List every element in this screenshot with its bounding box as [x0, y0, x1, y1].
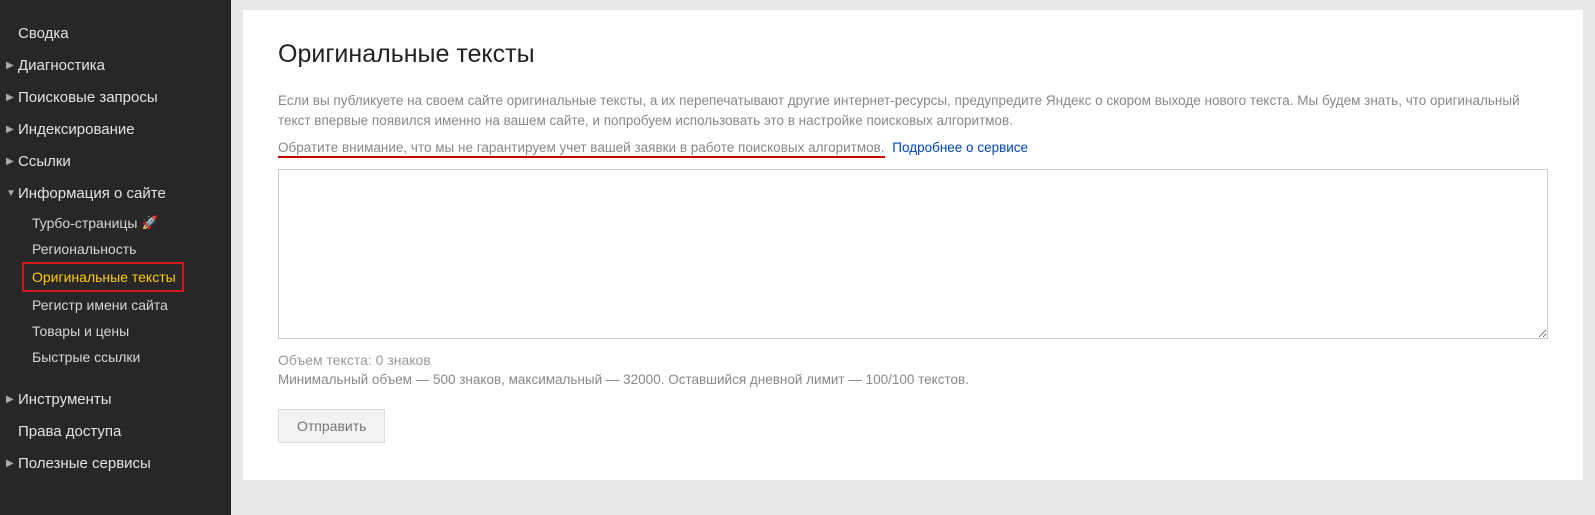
sidebar-sub-turbo-pages[interactable]: Турбо-страницы 🚀 [28, 210, 231, 236]
sidebar-item-label: Права доступа [18, 423, 121, 441]
sidebar-item-label: Информация о сайте [18, 185, 166, 203]
sidebar-item-label: Индексирование [18, 121, 135, 139]
notice-row: Обратите внимание, что мы не гарантируем… [278, 140, 1548, 155]
sidebar-item-label: Диагностика [18, 57, 105, 75]
original-text-input[interactable] [278, 169, 1548, 339]
sidebar-item-indexing[interactable]: ▶ Индексирование [0, 114, 231, 146]
sidebar-sublist-site-info: Турбо-страницы 🚀 Региональность Оригинал… [0, 210, 231, 370]
sidebar-item-label: Сводка [18, 25, 69, 43]
sidebar-item-access-rights[interactable]: ▶ Права доступа [0, 416, 231, 448]
chevron-right-icon: ▶ [6, 156, 16, 168]
chevron-right-icon: ▶ [6, 92, 16, 104]
sidebar-item-search-queries[interactable]: ▶ Поисковые запросы [0, 82, 231, 114]
sidebar-item-summary[interactable]: ▶ Сводка [0, 18, 231, 50]
sidebar-item-label: Полезные сервисы [18, 455, 151, 473]
sidebar: ▶ Сводка ▶ Диагностика ▶ Поисковые запро… [0, 0, 231, 515]
chevron-right-icon: ▶ [6, 394, 16, 406]
notice-link[interactable]: Подробнее о сервисе [892, 140, 1028, 155]
sidebar-sub-quick-links[interactable]: Быстрые ссылки [28, 344, 231, 370]
chevron-right-icon: ▶ [6, 458, 16, 470]
sidebar-item-label: Инструменты [18, 391, 112, 409]
submit-button[interactable]: Отправить [278, 409, 385, 443]
sidebar-sub-regionality[interactable]: Региональность [28, 236, 231, 262]
sidebar-sub-label: Товары и цены [32, 323, 129, 339]
sidebar-sub-label: Оригинальные тексты [32, 269, 176, 285]
sidebar-sub-site-name-case[interactable]: Регистр имени сайта [28, 292, 231, 318]
sidebar-item-useful-services[interactable]: ▶ Полезные сервисы [0, 448, 231, 480]
sidebar-sub-label: Турбо-страницы [32, 215, 137, 231]
rocket-icon: 🚀 [141, 215, 157, 231]
sidebar-sub-label: Регистр имени сайта [32, 297, 168, 313]
page-card: Оригинальные тексты Если вы публикуете н… [243, 10, 1583, 480]
sidebar-item-label: Поисковые запросы [18, 89, 158, 107]
chevron-right-icon: ▶ [6, 60, 16, 72]
sidebar-sub-label: Региональность [32, 241, 136, 257]
intro-text: Если вы публикуете на своем сайте оригин… [278, 91, 1548, 130]
sidebar-item-site-info[interactable]: ▼ Информация о сайте [0, 178, 231, 210]
page-title: Оригинальные тексты [278, 40, 1548, 69]
notice-text: Обратите внимание, что мы не гарантируем… [278, 140, 885, 158]
text-counter: Объем текста: 0 знаков [278, 352, 1548, 368]
chevron-down-icon: ▼ [6, 188, 16, 200]
text-limits: Минимальный объем — 500 знаков, максимал… [278, 372, 1548, 387]
main-area: Оригинальные тексты Если вы публикуете н… [231, 0, 1595, 515]
sidebar-item-diagnostics[interactable]: ▶ Диагностика [0, 50, 231, 82]
sidebar-item-tools[interactable]: ▶ Инструменты [0, 384, 231, 416]
sidebar-item-links[interactable]: ▶ Ссылки [0, 146, 231, 178]
sidebar-sub-label: Быстрые ссылки [32, 349, 140, 365]
sidebar-sub-products-prices[interactable]: Товары и цены [28, 318, 231, 344]
chevron-right-icon: ▶ [6, 124, 16, 136]
sidebar-item-label: Ссылки [18, 153, 71, 171]
sidebar-sub-original-texts[interactable]: Оригинальные тексты [22, 262, 184, 292]
